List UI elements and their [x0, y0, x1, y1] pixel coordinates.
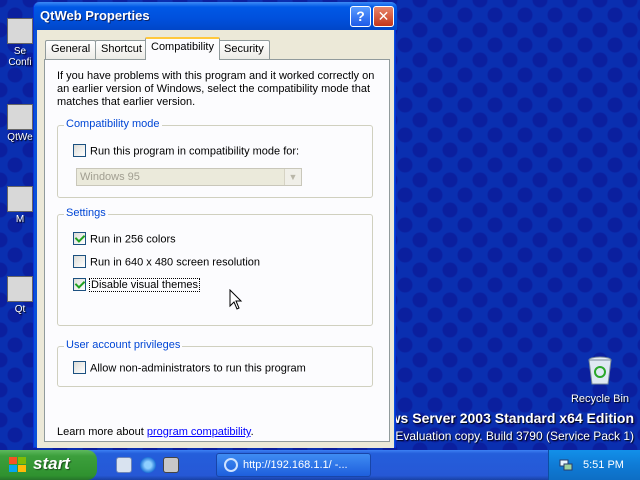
- build-watermark: Evaluation copy. Build 3790 (Service Pac…: [395, 429, 634, 443]
- learn-more-suffix: .: [250, 426, 254, 438]
- learn-more-prefix: Learn more about: [57, 426, 147, 438]
- browser-icon: [224, 458, 238, 472]
- qtweb-icon[interactable]: [163, 457, 179, 473]
- title-bar[interactable]: QtWeb Properties ? ✕: [34, 2, 397, 30]
- taskbar-window-label: http://192.168.1.1/ -...: [243, 459, 348, 471]
- group-title: Settings: [64, 207, 108, 219]
- group-title: Compatibility mode: [64, 118, 162, 130]
- setting-disable-themes-row[interactable]: Disable visual themes: [73, 278, 200, 293]
- dialog-client: General Shortcut Compatibility Security …: [37, 30, 394, 448]
- setting-640x480-checkbox[interactable]: [73, 255, 86, 268]
- tab-compatibility[interactable]: Compatibility: [145, 37, 220, 60]
- taskbar-window-button[interactable]: http://192.168.1.1/ -...: [216, 453, 371, 477]
- tab-general[interactable]: General: [45, 40, 97, 59]
- learn-more-text: Learn more about program compatibility.: [57, 426, 254, 438]
- settings-group: Settings Run in 256 colors Run in 640 x …: [57, 207, 373, 326]
- app-icon: [7, 276, 33, 302]
- os-version-value: Windows 95: [80, 171, 140, 183]
- allow-non-admin-label: Allow non-administrators to run this pro…: [90, 362, 306, 375]
- window-title: QtWeb Properties: [40, 8, 150, 23]
- allow-non-admin-row[interactable]: Allow non-administrators to run this pro…: [73, 361, 306, 376]
- program-compatibility-link[interactable]: program compatibility: [147, 426, 251, 438]
- mouse-cursor-icon: [229, 289, 243, 310]
- recycle-bin[interactable]: Recycle Bin: [568, 356, 632, 405]
- system-tray: 5:51 PM: [548, 450, 640, 480]
- os-edition-watermark: ows Server 2003 Standard x64 Edition: [381, 410, 634, 426]
- taskbar: start http://192.168.1.1/ -... 5:51 PM: [0, 450, 640, 480]
- computer-icon: [7, 186, 33, 212]
- config-icon: [7, 18, 33, 44]
- group-title: User account privileges: [64, 339, 183, 351]
- windows-logo-icon: [9, 457, 26, 472]
- start-label: start: [33, 454, 70, 473]
- setting-label: Run in 640 x 480 screen resolution: [90, 256, 260, 269]
- desktop-icon-label: M: [15, 214, 25, 225]
- network-icon[interactable]: [559, 458, 573, 472]
- recycle-bin-label: Recycle Bin: [570, 393, 630, 405]
- setting-disable-themes-checkbox[interactable]: [73, 278, 86, 291]
- setting-256-colors-checkbox[interactable]: [73, 232, 86, 245]
- tab-security[interactable]: Security: [218, 40, 270, 59]
- ie-icon[interactable]: [140, 457, 156, 473]
- compat-mode-checkbox[interactable]: [73, 144, 86, 157]
- properties-window: QtWeb Properties ? ✕ General Shortcut Co…: [33, 2, 397, 448]
- privileges-group: User account privileges Allow non-admini…: [57, 339, 373, 387]
- setting-label: Run in 256 colors: [90, 233, 176, 246]
- compat-mode-checkbox-row[interactable]: Run this program in compatibility mode f…: [73, 144, 300, 159]
- show-desktop-icon[interactable]: [116, 457, 132, 473]
- desktop-icon-label: QtWe: [7, 132, 33, 143]
- tab-shortcut[interactable]: Shortcut: [95, 40, 148, 59]
- qtweb-icon: [7, 104, 33, 130]
- setting-640x480-row[interactable]: Run in 640 x 480 screen resolution: [73, 255, 260, 270]
- desktop-icon-label: Qt: [14, 304, 26, 315]
- allow-non-admin-checkbox[interactable]: [73, 361, 86, 374]
- setting-label: Disable visual themes: [89, 278, 200, 293]
- clock: 5:51 PM: [583, 459, 624, 471]
- compatibility-panel: If you have problems with this program a…: [44, 59, 390, 442]
- compat-mode-label: Run this program in compatibility mode f…: [90, 145, 300, 158]
- setting-256-colors-row[interactable]: Run in 256 colors: [73, 232, 176, 247]
- os-version-select: Windows 95 ▼: [76, 168, 302, 186]
- compatibility-mode-group: Compatibility mode Run this program in c…: [57, 118, 373, 198]
- chevron-down-icon: ▼: [284, 169, 301, 185]
- intro-text: If you have problems with this program a…: [57, 70, 375, 108]
- desktop-icon-label: Se Confi: [8, 46, 32, 68]
- recycle-bin-icon: [588, 356, 612, 385]
- help-button[interactable]: ?: [350, 6, 371, 27]
- start-button[interactable]: start: [0, 450, 97, 480]
- close-button[interactable]: ✕: [373, 6, 394, 27]
